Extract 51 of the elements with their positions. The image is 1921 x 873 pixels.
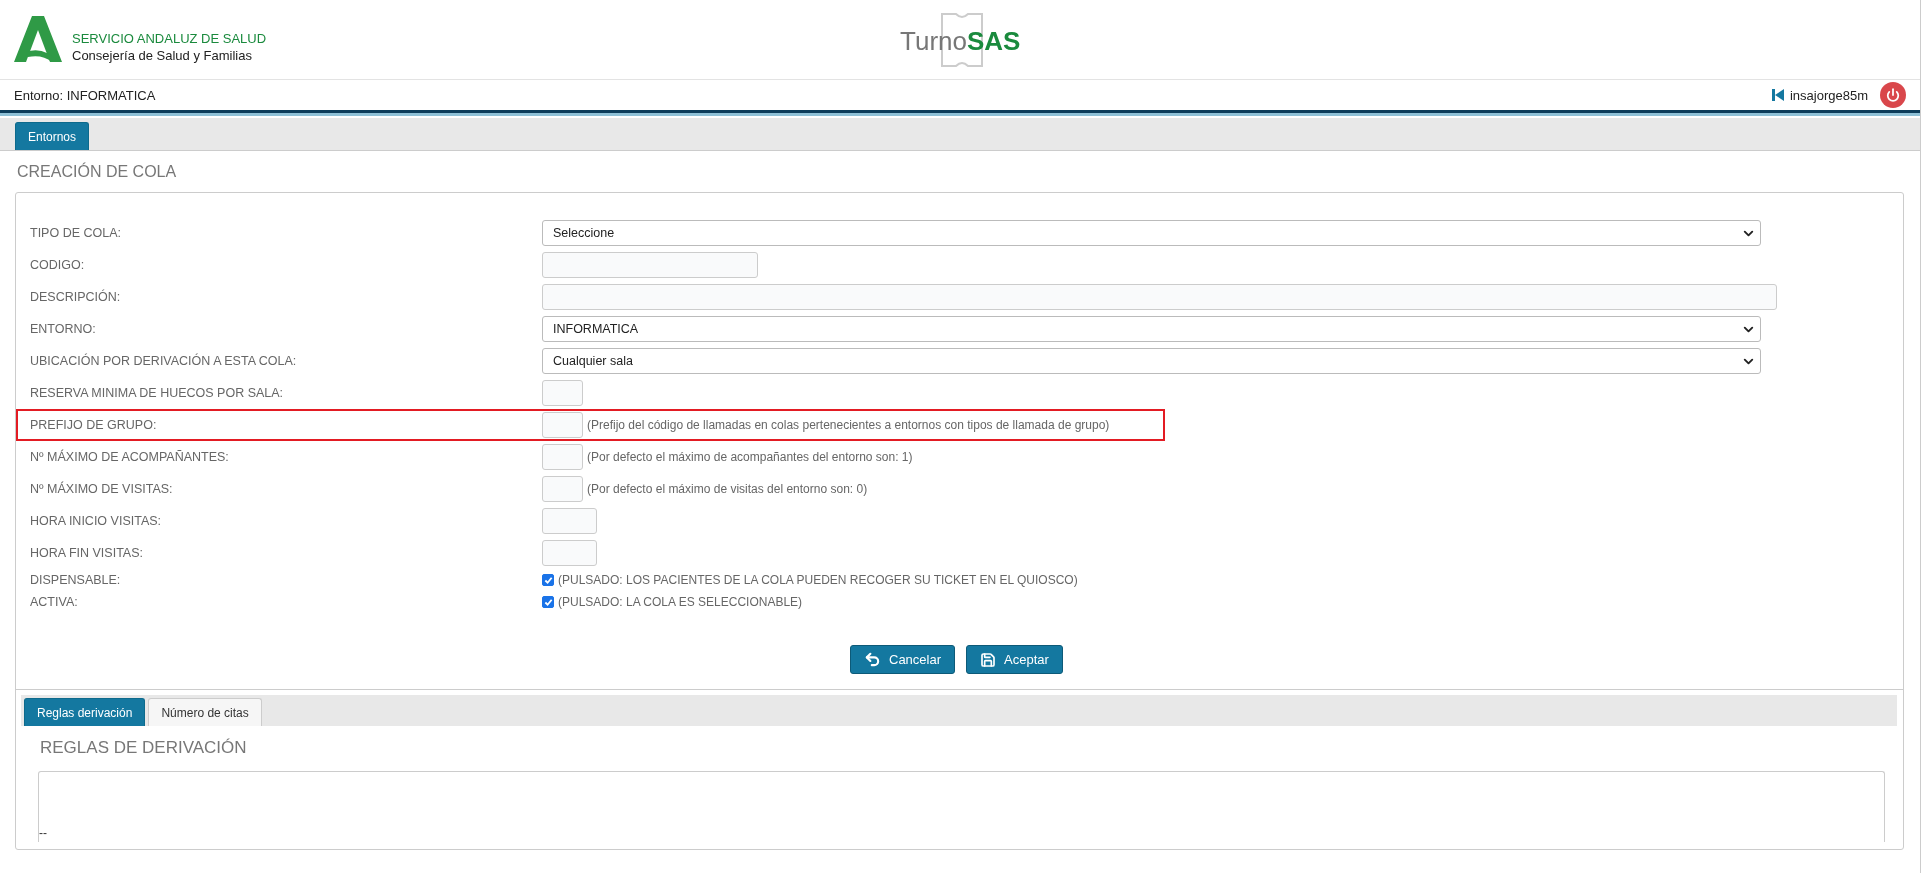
- field-hint: (Prefijo del código de llamadas en colas pertenecientes a entornos con tipos de llamada de grupo): [587, 418, 1110, 432]
- field-label: Nº MÁXIMO DE ACOMPAÑANTES:: [30, 450, 230, 464]
- skip-back-icon[interactable]: [1771, 89, 1784, 101]
- accept-button[interactable]: Aceptar: [966, 645, 1063, 674]
- checkbox[interactable]: [542, 574, 554, 586]
- time-field[interactable]: [542, 508, 597, 534]
- power-icon: [1886, 88, 1900, 102]
- logo-icon: [14, 15, 62, 64]
- field-label: RESERVA MINIMA DE HUECOS POR SALA:: [30, 386, 285, 400]
- field-label: CODIGO:: [30, 258, 86, 272]
- organization-name: SERVICIO ANDALUZ DE SALUD: [72, 30, 267, 46]
- rules-content: --: [39, 826, 47, 840]
- field-label: Nº MÁXIMO DE VISITAS:: [30, 482, 174, 496]
- section-title: REGLAS DE DERIVACIÓN: [40, 738, 248, 759]
- input-field[interactable]: [542, 252, 758, 278]
- checkbox[interactable]: [542, 596, 554, 608]
- field-label: UBICACIÓN POR DERIVACIÓN A ESTA COLA:: [30, 354, 298, 368]
- field-label: ENTORNO:: [30, 322, 97, 336]
- field-label: DISPENSABLE:: [30, 573, 122, 587]
- field-label: HORA INICIO VISITAS:: [30, 514, 163, 528]
- department-name: Consejería de Salud y Familias: [72, 47, 253, 63]
- tab[interactable]: Reglas derivación: [24, 698, 146, 726]
- field-label: PREFIJO DE GRUPO:: [30, 418, 158, 432]
- input-field[interactable]: [542, 380, 583, 406]
- user-name: insajorge85m: [1789, 87, 1868, 103]
- tab[interactable]: Entornos: [15, 122, 90, 150]
- cancel-button[interactable]: Cancelar: [850, 645, 956, 674]
- select-field[interactable]: INFORMATICA: [542, 316, 1761, 342]
- field-hint: (Por defecto el máximo de acompañantes del entorno son: 1): [587, 450, 913, 464]
- input-field[interactable]: [542, 476, 583, 502]
- select-field[interactable]: Cualquier sala: [542, 348, 1761, 374]
- page-title: CREACIÓN DE COLA: [17, 163, 178, 182]
- environment-label: Entorno: INFORMATICA: [14, 87, 157, 103]
- save-icon: [980, 651, 997, 668]
- input-field[interactable]: [542, 412, 583, 438]
- app-name: Turno: [900, 26, 967, 57]
- field-label: DESCRIPCIÓN:: [30, 290, 122, 304]
- undo-icon: [864, 651, 881, 668]
- power-button[interactable]: [1880, 82, 1906, 108]
- tab[interactable]: Número de citas: [148, 698, 262, 726]
- app-name-bold: SAS: [966, 26, 1021, 57]
- input-field[interactable]: [542, 444, 583, 470]
- field-hint: (Por defecto el máximo de visitas del entorno son: 0): [587, 482, 868, 496]
- select-field[interactable]: Seleccione: [542, 220, 1761, 246]
- field-label: HORA FIN VISITAS:: [30, 546, 144, 560]
- field-hint: (PULSADO: LOS PACIENTES DE LA COLA PUEDEN RECOGER SU TICKET EN EL QUIOSCO): [558, 573, 1078, 587]
- field-label: TIPO DE COLA:: [30, 226, 122, 240]
- field-hint: (PULSADO: LA COLA ES SELECCIONABLE): [558, 595, 803, 609]
- time-field[interactable]: [542, 540, 597, 566]
- field-label: ACTIVA:: [30, 595, 79, 609]
- input-field[interactable]: [542, 284, 1777, 310]
